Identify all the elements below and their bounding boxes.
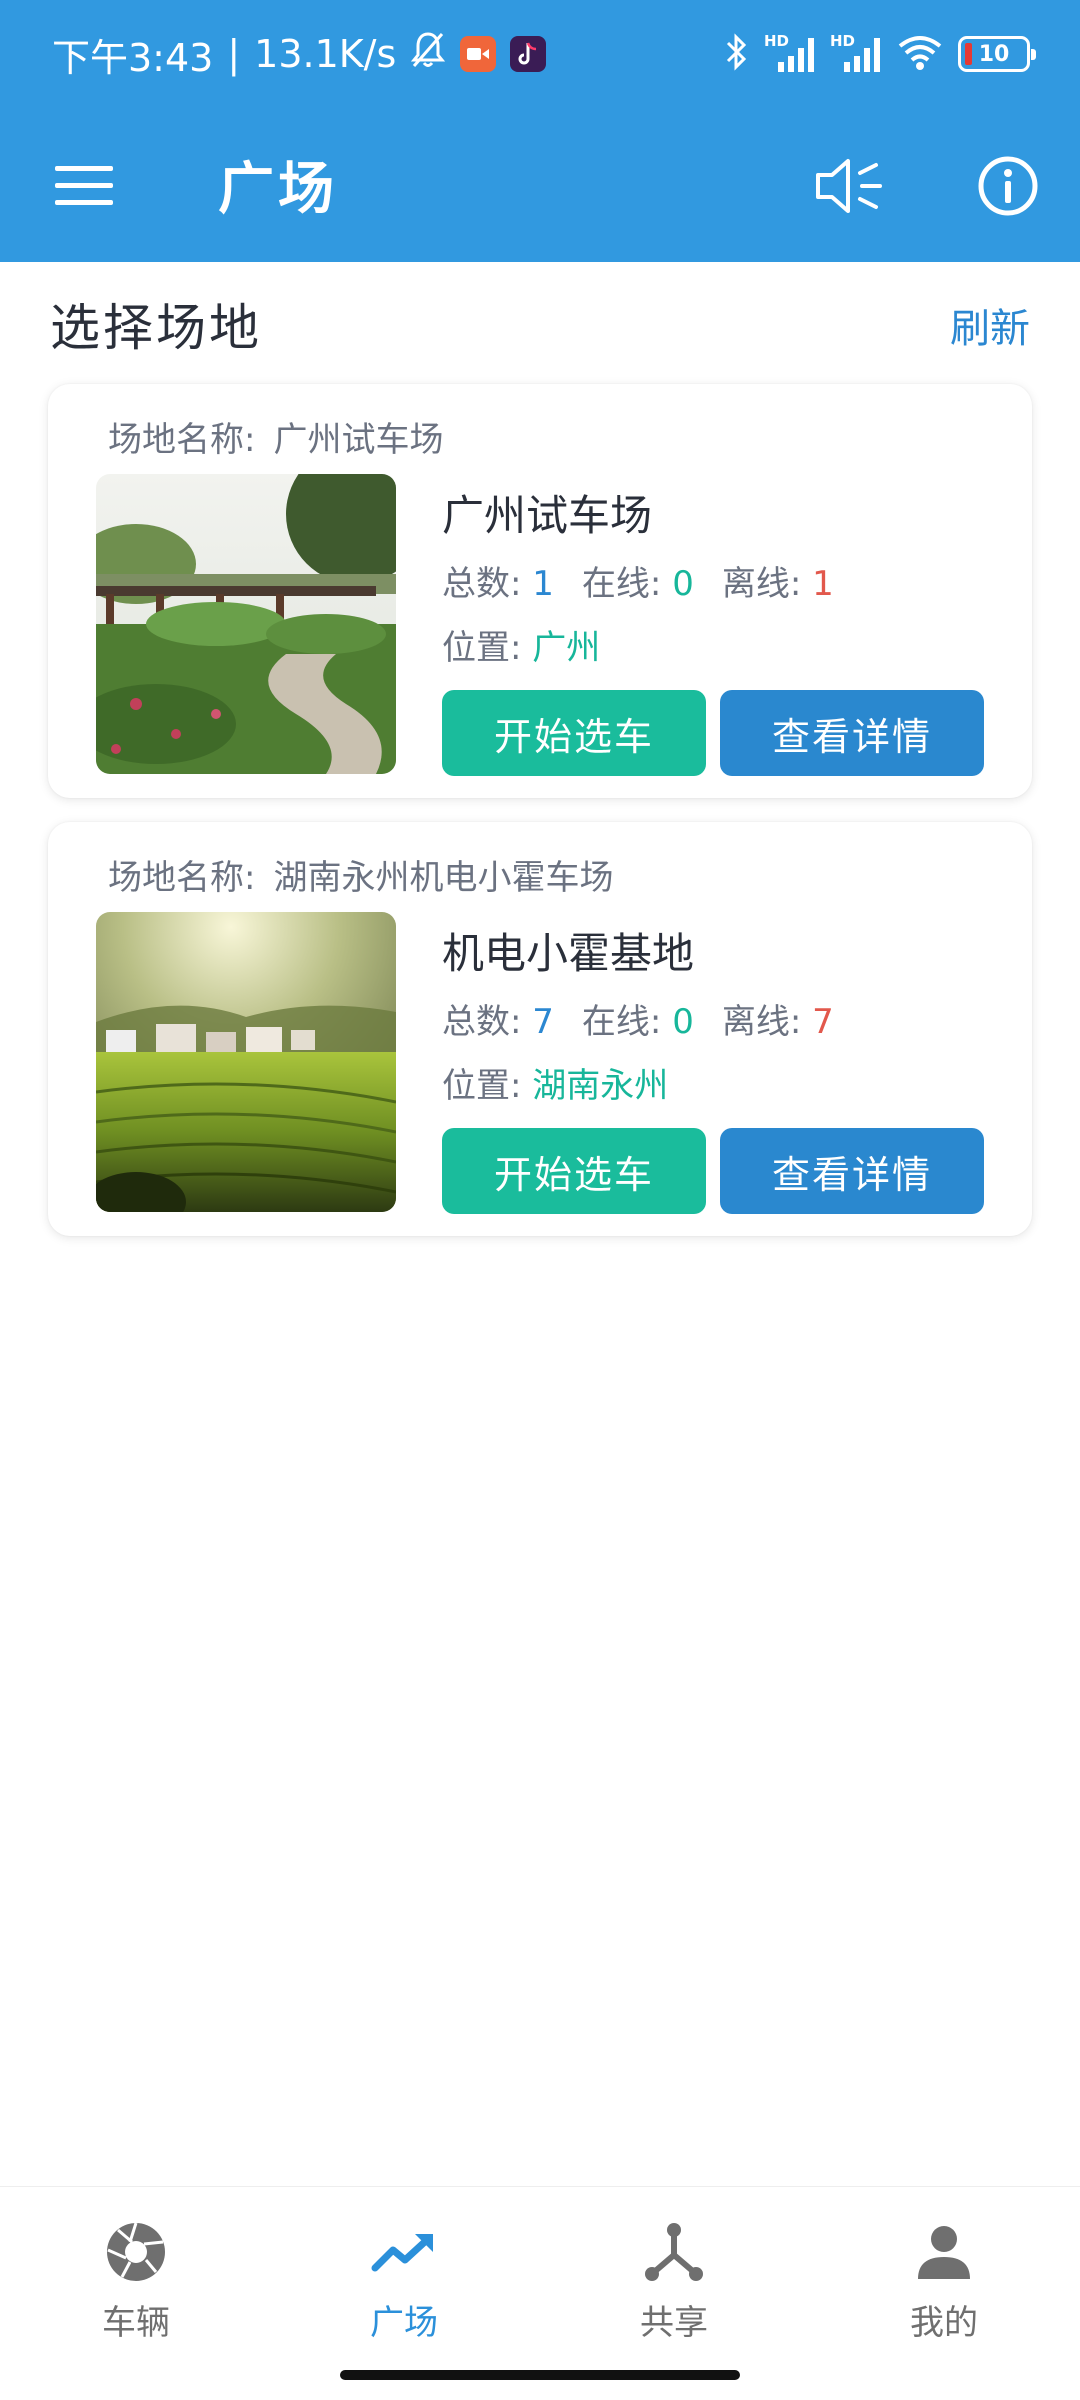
- nav-label: 车辆: [102, 2303, 170, 2343]
- status-left: 下午3:43 | 13.1K/s: [52, 26, 547, 82]
- nav-item-share[interactable]: 共享: [574, 2217, 774, 2347]
- info-button[interactable]: [968, 146, 1048, 226]
- stat-total-value: 7: [532, 1002, 554, 1042]
- tiktok-app-icon: [510, 36, 547, 72]
- stat-online: 在线: 0: [582, 994, 694, 1043]
- venue-card: 场地名称: 广州试车场 广州试车场 总数: 1 在线: 0 离线: 1 位置: …: [48, 384, 1032, 798]
- venue-thumbnail: [96, 912, 396, 1212]
- bluetooth-icon: [724, 32, 750, 76]
- venue-label-prefix: 场地名称:: [108, 420, 256, 460]
- start-select-car-button[interactable]: 开始选车: [442, 1128, 706, 1214]
- signal-icon-2: HD: [830, 32, 882, 76]
- menu-button[interactable]: [44, 150, 124, 222]
- venue-label: 场地名称: 湖南永州机电小霍车场: [108, 850, 613, 899]
- nav-label: 我的: [910, 2303, 978, 2343]
- status-bar: 下午3:43 | 13.1K/s HD HD 10: [0, 0, 1080, 110]
- venue-stats: 总数: 1 在线: 0 离线: 1: [442, 556, 862, 605]
- stat-offline-value: 1: [812, 564, 834, 604]
- speaker-button[interactable]: [808, 146, 892, 226]
- page-title: 广场: [218, 157, 338, 222]
- status-right: HD HD 10: [724, 26, 1036, 82]
- venue-name: 机电小霍基地: [442, 929, 695, 978]
- section-title: 选择场地: [50, 299, 262, 357]
- info-icon: [978, 156, 1038, 216]
- trending-up-icon: [369, 2217, 439, 2287]
- venue-label-prefix: 场地名称:: [108, 858, 256, 898]
- stat-online-value: 0: [672, 1002, 694, 1042]
- stat-total: 总数: 1: [442, 556, 554, 605]
- nav-item-mine[interactable]: 我的: [844, 2217, 1044, 2347]
- nav-item-square[interactable]: 广场: [304, 2217, 504, 2347]
- stat-offline-value: 7: [812, 1002, 834, 1042]
- stat-offline: 离线: 1: [722, 556, 834, 605]
- stat-total-label: 总数:: [442, 564, 522, 604]
- view-details-button[interactable]: 查看详情: [720, 690, 984, 776]
- video-app-icon: [460, 36, 497, 72]
- start-select-car-button[interactable]: 开始选车: [442, 690, 706, 776]
- stat-offline: 离线: 7: [722, 994, 834, 1043]
- venue-label-value: 湖南永州机电小霍车场: [273, 858, 614, 898]
- nav-label: 共享: [640, 2303, 708, 2343]
- location-value: 广州: [532, 628, 601, 668]
- signal-icon: HD: [764, 32, 816, 76]
- wifi-icon: [896, 32, 944, 76]
- stat-online-value: 0: [672, 564, 694, 604]
- mute-bell-icon: [410, 30, 446, 79]
- aperture-icon: [101, 2217, 171, 2287]
- location-value: 湖南永州: [532, 1066, 669, 1106]
- venue-thumbnail: [96, 474, 396, 774]
- stat-total: 总数: 7: [442, 994, 554, 1043]
- stat-online: 在线: 0: [582, 556, 694, 605]
- venue-label-value: 广州试车场: [273, 420, 444, 460]
- battery-text: 10: [978, 41, 1010, 67]
- venue-label: 场地名称: 广州试车场: [108, 412, 443, 461]
- stat-total-label: 总数:: [442, 1002, 522, 1042]
- view-details-button[interactable]: 查看详情: [720, 1128, 984, 1214]
- nav-label: 广场: [370, 2303, 438, 2343]
- share-network-icon: [639, 2217, 709, 2287]
- venue-location: 位置: 湖南永州: [442, 1058, 668, 1107]
- person-icon: [909, 2217, 979, 2287]
- stat-online-label: 在线:: [581, 564, 662, 604]
- venue-card: 场地名称: 湖南永州机电小霍车场 机电小霍基地 总数: 7 在线: 0 离线: …: [48, 822, 1032, 1236]
- venue-location: 位置: 广州: [442, 620, 600, 669]
- location-label: 位置:: [442, 1066, 522, 1106]
- venue-name: 广州试车场: [442, 491, 653, 540]
- bottom-navigation: 车辆 广场 共享 我的: [0, 2186, 1080, 2400]
- stat-offline-label: 离线:: [721, 1002, 802, 1042]
- refresh-button[interactable]: 刷新: [950, 296, 1030, 354]
- venue-stats: 总数: 7 在线: 0 离线: 7: [442, 994, 862, 1043]
- nav-item-vehicles[interactable]: 车辆: [36, 2217, 236, 2347]
- stat-offline-label: 离线:: [721, 564, 802, 604]
- battery-level: [965, 43, 972, 65]
- speaker-icon: [816, 159, 882, 213]
- status-net-speed: 13.1K/s: [254, 32, 397, 76]
- location-label: 位置:: [442, 628, 522, 668]
- battery-icon: 10: [958, 36, 1036, 72]
- app-bar: 广场: [0, 110, 1080, 262]
- status-separator: |: [227, 32, 241, 76]
- stat-total-value: 1: [532, 564, 554, 604]
- menu-icon: [55, 166, 113, 205]
- home-indicator[interactable]: [340, 2370, 740, 2380]
- stat-online-label: 在线:: [581, 1002, 662, 1042]
- status-time: 下午3:43: [52, 35, 214, 80]
